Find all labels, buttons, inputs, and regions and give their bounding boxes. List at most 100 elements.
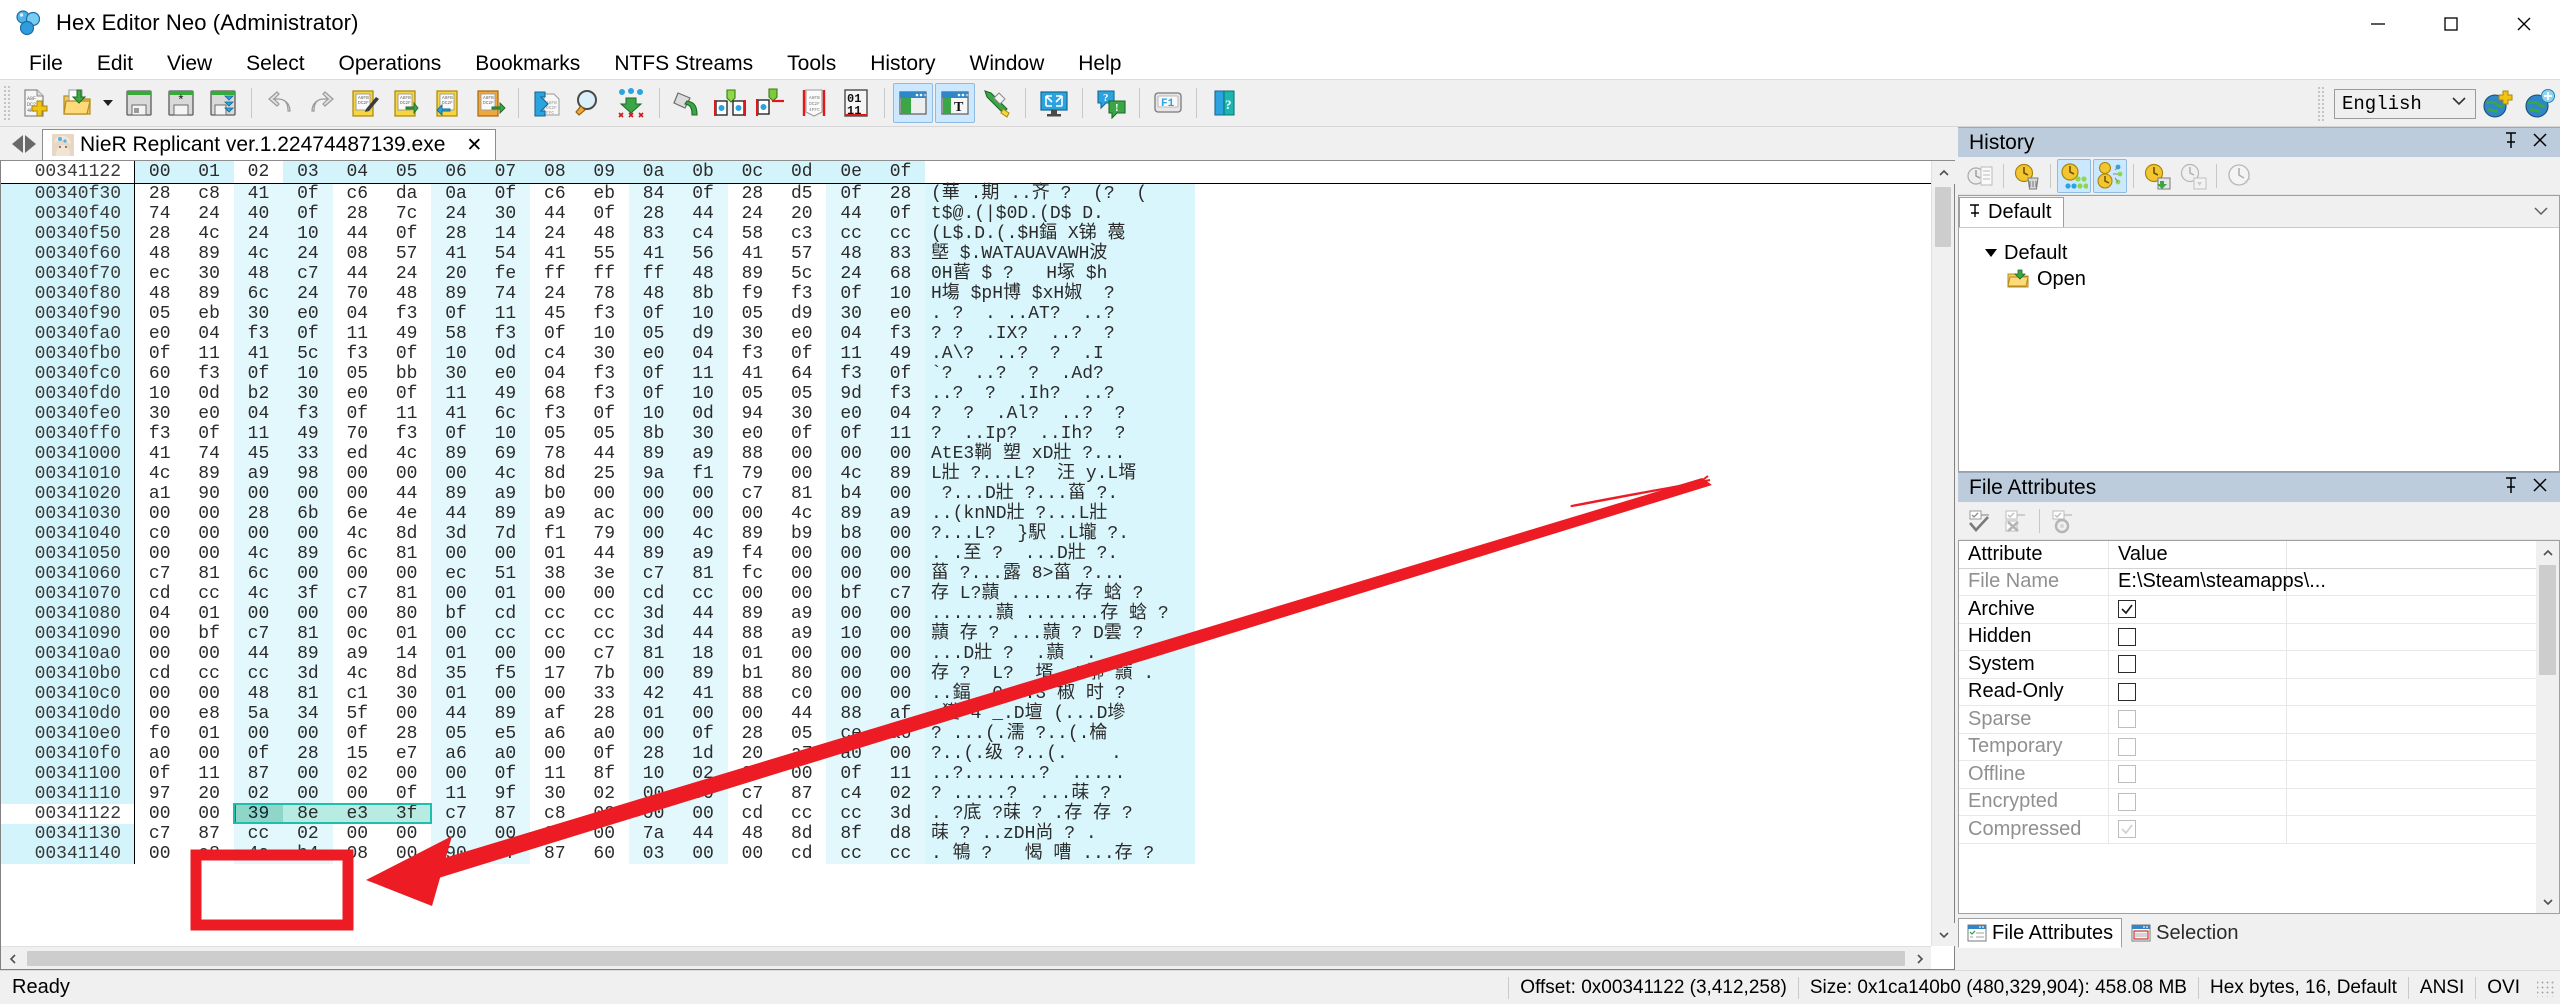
hex-row-ascii[interactable]: ..(knND壯 ?...L壯 — [925, 504, 1195, 524]
hex-row-ascii[interactable]: `? ..? ? .Ad? — [925, 364, 1195, 384]
close-button[interactable] — [2487, 0, 2560, 47]
hex-byte-cell[interactable]: 81 — [382, 584, 431, 604]
hex-byte-cell[interactable]: 02 — [580, 804, 629, 824]
hex-byte-cell[interactable]: 04 — [876, 404, 925, 424]
hex-byte-cell[interactable]: 41 — [728, 364, 777, 384]
hex-byte-cell[interactable]: 49 — [382, 324, 431, 344]
hex-byte-cell[interactable]: 49 — [876, 344, 925, 364]
hex-row-bytes[interactable]: 00bfc7810c0100cccccc3d4488a91000 — [135, 624, 925, 644]
hex-byte-cell[interactable]: 30 — [728, 324, 777, 344]
file-attribute-row[interactable]: Read-Only — [1959, 679, 2536, 707]
hex-byte-cell[interactable]: 48 — [382, 284, 431, 304]
hex-byte-cell[interactable]: e0 — [333, 384, 382, 404]
hex-byte-cell[interactable]: 00 — [481, 644, 530, 664]
hex-byte-cell[interactable]: 0f — [481, 184, 530, 204]
hex-byte-cell[interactable]: 33 — [283, 444, 332, 464]
hex-byte-cell[interactable]: 11 — [481, 304, 530, 324]
hex-byte-cell[interactable]: f3 — [135, 424, 184, 444]
hex-byte-cell[interactable]: 11 — [382, 404, 431, 424]
hex-byte-cell[interactable]: 0f — [382, 224, 431, 244]
hex-byte-cell[interactable]: 00 — [876, 624, 925, 644]
hex-byte-cell[interactable]: 3d — [629, 604, 678, 624]
hex-byte-cell[interactable]: d8 — [876, 824, 925, 844]
hex-rows-container[interactable]: 00340f3028c8410fc6da0a0fc6eb840f28d50f28… — [1, 184, 1931, 864]
hex-byte-cell[interactable]: 33 — [580, 684, 629, 704]
hex-byte-cell[interactable]: c7 — [431, 804, 480, 824]
hex-byte-cell[interactable]: 87 — [481, 804, 530, 824]
hex-vertical-scroll-thumb[interactable] — [1935, 187, 1951, 247]
hex-byte-cell[interactable]: 04 — [184, 324, 233, 344]
hex-byte-cell[interactable]: 11 — [431, 784, 480, 804]
hex-byte-cell[interactable]: cc — [580, 604, 629, 624]
hex-byte-cell[interactable]: af — [530, 704, 579, 724]
hex-byte-cell[interactable]: c8 — [184, 184, 233, 204]
hex-row-ascii[interactable]: ?...L? }駅 .L壠 ?. — [925, 524, 1195, 544]
hex-byte-cell[interactable]: 89 — [283, 544, 332, 564]
hex-byte-cell[interactable]: f3 — [580, 364, 629, 384]
hex-byte-cell[interactable]: 00 — [333, 604, 382, 624]
history-branches-icon[interactable] — [2057, 159, 2091, 193]
pin-icon[interactable] — [2503, 476, 2519, 500]
hex-byte-cell[interactable]: 89 — [678, 664, 727, 684]
hex-byte-cell[interactable]: 00 — [777, 764, 826, 784]
bookmark-add-icon[interactable] — [710, 83, 750, 123]
hex-byte-cell[interactable]: 81 — [382, 544, 431, 564]
hex-row[interactable]: 003410f0a0000f2815e7a6a0000f281d20a7a000… — [1, 744, 1931, 764]
hex-byte-cell[interactable]: 20 — [728, 744, 777, 764]
hex-byte-cell[interactable]: 00 — [382, 824, 431, 844]
hex-byte-cell[interactable]: 28 — [876, 184, 925, 204]
hex-byte-cell[interactable]: 7b — [580, 664, 629, 684]
hex-byte-cell[interactable]: 9d — [826, 384, 875, 404]
hex-row[interactable]: 003410d000e85a345f004489af280100004488af… — [1, 704, 1931, 724]
history-tab-default[interactable]: Default — [1959, 197, 2064, 227]
close-icon[interactable] — [2532, 477, 2548, 499]
hex-byte-cell[interactable]: 11 — [333, 324, 382, 344]
file-attributes-scroll-thumb[interactable] — [2539, 565, 2556, 675]
hex-byte-cell[interactable]: 00 — [135, 544, 184, 564]
hex-byte-cell[interactable]: 00 — [431, 624, 480, 644]
hex-byte-cell[interactable]: 11 — [234, 424, 283, 444]
hex-byte-cell[interactable]: 01 — [184, 604, 233, 624]
hex-byte-cell[interactable]: cd — [629, 584, 678, 604]
hex-byte-cell[interactable]: bf — [431, 604, 480, 624]
hex-byte-cell[interactable]: eb — [580, 184, 629, 204]
hex-byte-cell[interactable]: 98 — [283, 464, 332, 484]
hex-byte-cell[interactable]: 00 — [629, 724, 678, 744]
hex-byte-cell[interactable]: 00 — [184, 804, 233, 824]
hex-byte-cell[interactable]: 51 — [481, 564, 530, 584]
hex-byte-cell[interactable]: 4c — [678, 524, 727, 544]
file-attribute-row[interactable]: File NameE:\Steam\steamapps\... — [1959, 569, 2536, 597]
hex-byte-cell[interactable]: f3 — [234, 324, 283, 344]
hex-byte-cell[interactable]: c7 — [333, 584, 382, 604]
hex-byte-cell[interactable]: 44 — [234, 644, 283, 664]
hex-byte-cell[interactable]: f3 — [333, 344, 382, 364]
hex-byte-cell[interactable]: 10 — [580, 324, 629, 344]
hex-byte-cell[interactable]: 30 — [678, 424, 727, 444]
hex-byte-cell[interactable]: 20 — [777, 204, 826, 224]
hex-row[interactable]: 003410e0f00100000f2805e5a6a0000f2805cea6… — [1, 724, 1931, 744]
hex-row[interactable]: 00341060c7816c000000ec51383ec781fc000000… — [1, 564, 1931, 584]
hex-byte-cell[interactable]: 10 — [629, 404, 678, 424]
hex-column-label[interactable]: 01 — [184, 161, 233, 183]
menu-history[interactable]: History — [853, 47, 952, 80]
hex-byte-cell[interactable]: 05 — [728, 304, 777, 324]
hex-byte-cell[interactable]: 11 — [876, 424, 925, 444]
hex-byte-cell[interactable]: 00 — [678, 484, 727, 504]
hex-byte-cell[interactable]: 41 — [234, 344, 283, 364]
hex-byte-cell[interactable]: 00 — [876, 604, 925, 624]
hex-byte-cell[interactable]: 60 — [580, 844, 629, 864]
hex-byte-cell[interactable]: 70 — [333, 284, 382, 304]
hex-byte-cell[interactable]: 20 — [184, 784, 233, 804]
hex-row-ascii[interactable]: .A\? ..? ? .I — [925, 344, 1195, 364]
hex-byte-cell[interactable]: a9 — [481, 484, 530, 504]
hex-byte-cell[interactable]: 30 — [431, 364, 480, 384]
hex-byte-cell[interactable]: 24 — [826, 264, 875, 284]
hex-byte-cell[interactable]: f3 — [184, 364, 233, 384]
hex-row-bytes[interactable]: 0000398ee33fc787c8020000cdcccc3d — [135, 804, 925, 824]
hex-byte-cell[interactable]: 44 — [382, 484, 431, 504]
hex-byte-cell[interactable]: cd — [135, 584, 184, 604]
tab-file-attributes[interactable]: File Attributes — [1958, 918, 2122, 948]
hex-byte-cell[interactable]: 74 — [184, 444, 233, 464]
hex-byte-cell[interactable]: 30 — [234, 304, 283, 324]
cut-icon[interactable]: A8FB DC2F — [386, 83, 426, 123]
